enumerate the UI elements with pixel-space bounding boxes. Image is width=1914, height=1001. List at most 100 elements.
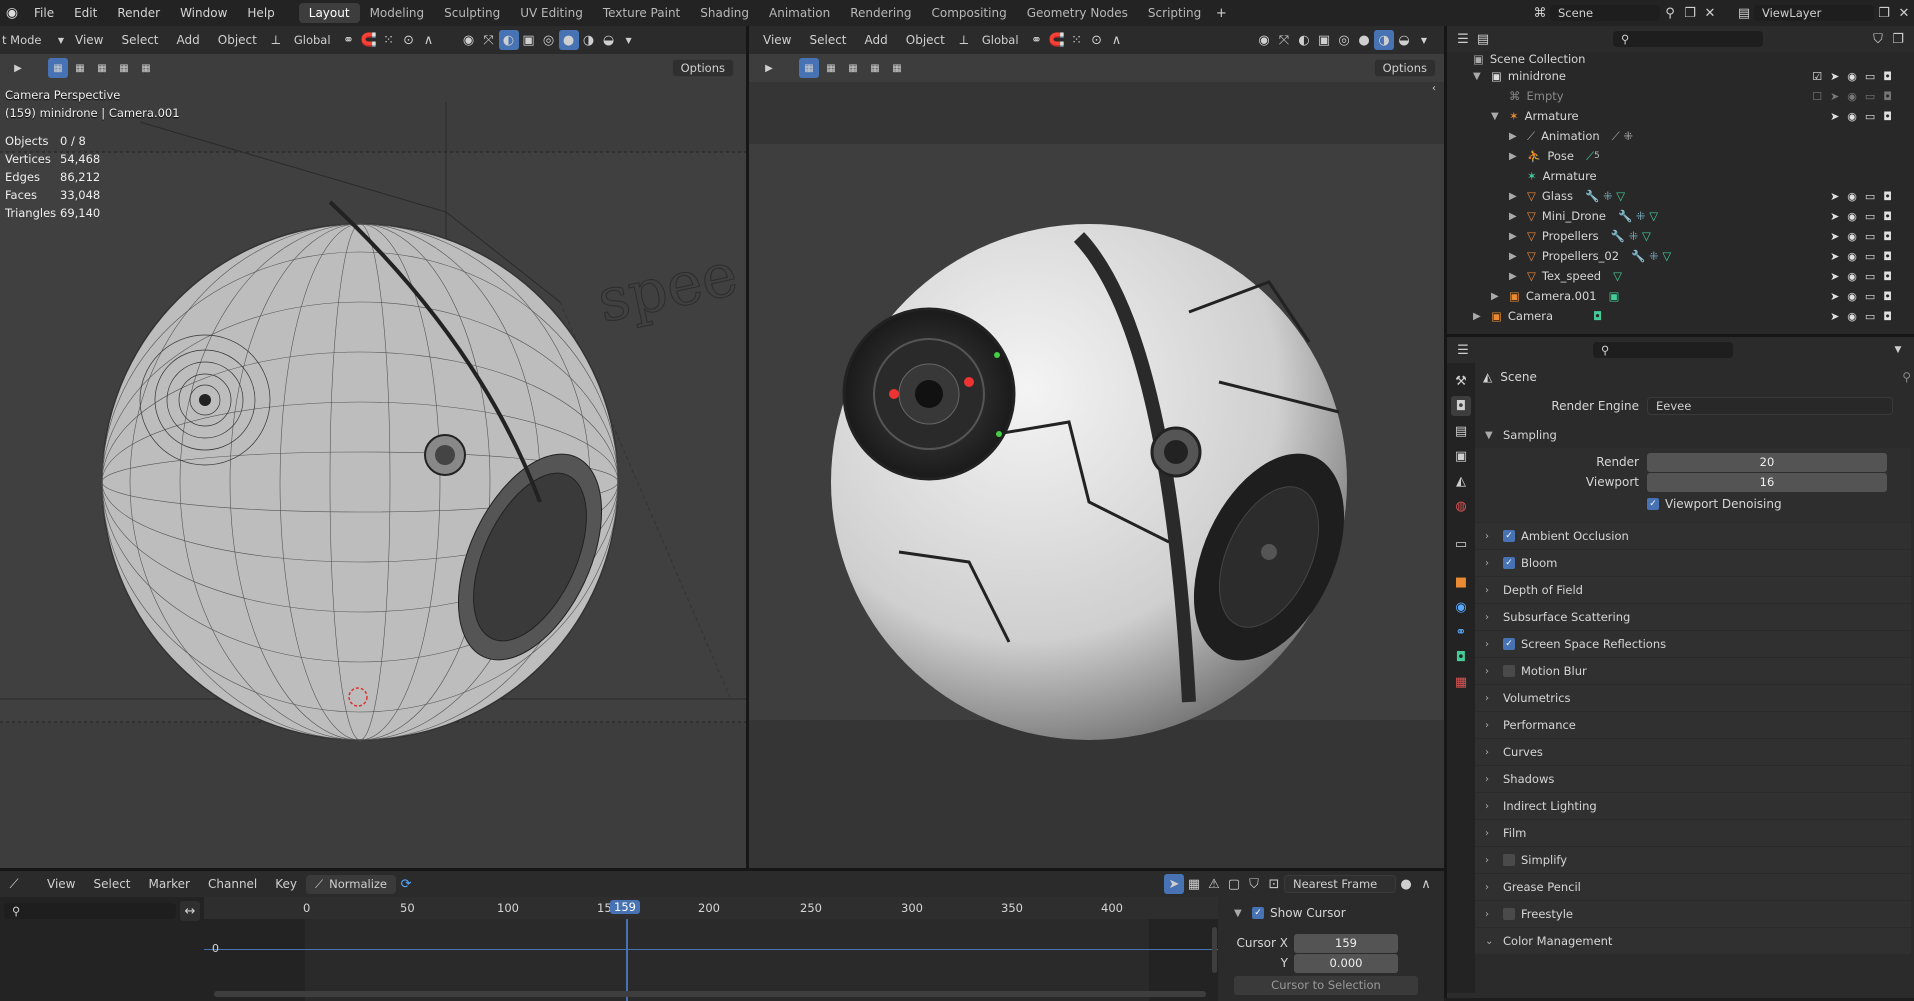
select-icon[interactable]: ➤	[1830, 310, 1839, 323]
expand-icon[interactable]: ▼	[1473, 71, 1485, 82]
options-dropdown[interactable]: Options	[671, 59, 734, 77]
delete-view-layer-icon[interactable]: ✕	[1894, 3, 1914, 23]
display-mode-icon[interactable]: ▤	[1473, 29, 1493, 49]
blender-logo-icon[interactable]: ◉	[0, 5, 24, 21]
sampling-panel-header[interactable]: ▼ Sampling	[1475, 421, 1911, 448]
output-tab-icon[interactable]: ▤	[1451, 421, 1471, 441]
panel-freestyle[interactable]: › Freestyle	[1475, 900, 1911, 927]
select-icon[interactable]: ➤	[1830, 230, 1839, 243]
monitor-icon[interactable]: ▭	[1865, 230, 1875, 243]
expand-icon[interactable]: ▶	[1509, 211, 1521, 222]
select-extend-icon[interactable]: ▦	[70, 58, 90, 78]
chevron-down-icon[interactable]: ▼	[1888, 340, 1908, 360]
tool-tab-icon[interactable]: ⚒	[1451, 371, 1471, 391]
menu-view[interactable]: View	[66, 33, 112, 47]
only-selected-icon[interactable]: ➤	[1164, 874, 1184, 894]
filter-icon[interactable]: ⛉	[1244, 874, 1264, 894]
eye-icon[interactable]: ◉	[1847, 310, 1857, 323]
monitor-icon[interactable]: ▭	[1865, 190, 1875, 203]
viewport-samples-field[interactable]: 16	[1647, 472, 1887, 492]
menu-key[interactable]: Key	[266, 877, 306, 891]
menu-object[interactable]: Object	[897, 33, 954, 47]
pivot-icon[interactable]: ⚭	[1027, 30, 1047, 50]
transform-orientation-dropdown[interactable]: Global	[286, 32, 339, 48]
menu-view[interactable]: View	[38, 877, 84, 891]
panel-checkbox[interactable]	[1503, 665, 1515, 677]
outliner-row-pose[interactable]: ▶ ⛹ Pose ⟋ 5	[1447, 146, 1914, 166]
select-intersect-icon[interactable]: ▦	[136, 58, 156, 78]
menu-select[interactable]: Select	[84, 877, 139, 891]
wireframe-shading-icon[interactable]: ◎	[1334, 30, 1354, 50]
panel-curves[interactable]: › Curves	[1475, 738, 1911, 765]
monitor-icon[interactable]: ▭	[1865, 310, 1875, 323]
solid-shading-icon[interactable]: ●	[558, 30, 579, 50]
right-3d-viewport[interactable]: ‹	[749, 82, 1444, 868]
workspace-tab-layout[interactable]: Layout	[298, 3, 360, 23]
snap-target-icon[interactable]: ⁙	[379, 30, 399, 50]
panel-volumetrics[interactable]: › Volumetrics	[1475, 684, 1911, 711]
falloff-icon[interactable]: ∧	[419, 30, 439, 50]
camera-icon[interactable]: ◘	[1883, 290, 1892, 303]
snap-icon[interactable]: 🧲	[1047, 30, 1067, 50]
shading-options-icon[interactable]: ▼	[619, 30, 639, 50]
outliner-row-empty[interactable]: ⌘ Empty ☐ ➤ ◉ ▭ ◘	[1447, 86, 1914, 106]
cursor-x-field[interactable]: 159	[1294, 933, 1398, 953]
select-icon[interactable]: ➤	[1830, 290, 1839, 303]
texture-tab-icon[interactable]: ▦	[1451, 672, 1471, 692]
select-icon[interactable]: ➤	[1830, 190, 1839, 203]
camera-icon[interactable]: ◘	[1883, 270, 1892, 283]
menu-add[interactable]: Add	[168, 33, 209, 47]
render-engine-dropdown[interactable]: Eevee	[1647, 397, 1893, 415]
camera-icon[interactable]: ◘	[1883, 250, 1892, 263]
workspace-tab-texture-paint[interactable]: Texture Paint	[593, 3, 690, 23]
shading-options-icon[interactable]: ▼	[1414, 30, 1434, 50]
outliner-row-propellers-02[interactable]: ▶ ▽ Propellers_02 🔧 ⁜ ▽ ➤ ◉ ▭ ◘	[1447, 246, 1914, 266]
monitor-icon[interactable]: ▭	[1865, 270, 1875, 283]
new-collection-icon[interactable]: ❐	[1888, 29, 1908, 49]
outliner-row-mini-drone[interactable]: ▶ ▽ Mini_Drone 🔧 ⁜ ▽ ➤ ◉ ▭ ◘	[1447, 206, 1914, 226]
select-icon[interactable]: ➤	[1830, 70, 1839, 83]
rendered-shading-icon[interactable]: ◒	[599, 30, 619, 50]
expand-icon[interactable]: ▶	[1509, 191, 1521, 202]
panel-subsurface-scattering[interactable]: › Subsurface Scattering	[1475, 603, 1911, 630]
scene-icon[interactable]: ⌘	[1530, 3, 1550, 23]
outliner-row-tex-speed[interactable]: ▶ ▽ Tex_speed ▽ ➤ ◉ ▭ ◘	[1447, 266, 1914, 286]
current-frame-indicator[interactable]: 159	[610, 900, 640, 914]
collapse-arrow-icon[interactable]: ‹	[1424, 82, 1444, 98]
camera-icon[interactable]: ◘	[1883, 190, 1892, 203]
panel-screen-space-reflections[interactable]: › ✓ Screen Space Reflections	[1475, 630, 1911, 657]
xray-icon[interactable]: ▣	[1314, 30, 1334, 50]
outliner-row-scene-collection[interactable]: ▣ Scene Collection	[1447, 52, 1914, 66]
filter-icon[interactable]: ⛉	[1868, 29, 1888, 49]
horizontal-scrollbar[interactable]	[214, 991, 1206, 997]
properties-search[interactable]: ⚲	[1593, 342, 1733, 358]
checkbox-icon[interactable]: ☑	[1812, 70, 1822, 83]
expand-icon[interactable]: ▶	[1509, 271, 1521, 282]
monitor-icon[interactable]: ▭	[1865, 70, 1875, 83]
menu-file[interactable]: File	[24, 0, 64, 26]
select-icon[interactable]: ➤	[1830, 210, 1839, 223]
camera-icon[interactable]: ◘	[1883, 110, 1892, 123]
snap-icon[interactable]: 🧲	[359, 30, 379, 50]
left-3d-viewport[interactable]: spee Camera Perspective (159) minidrone …	[0, 82, 746, 868]
menu-channel[interactable]: Channel	[199, 877, 266, 891]
gizmo-icon[interactable]: ⤧	[479, 30, 499, 50]
panel-film[interactable]: › Film	[1475, 819, 1911, 846]
eye-icon[interactable]: ◉	[1847, 270, 1857, 283]
playhead-line[interactable]	[626, 919, 628, 1001]
workspace-tab-sculpting[interactable]: Sculpting	[434, 3, 510, 23]
view-layer-selector[interactable]: ViewLayer	[1754, 5, 1874, 21]
workspace-tab-compositing[interactable]: Compositing	[921, 3, 1016, 23]
visibility-icon[interactable]: ◉	[1254, 30, 1274, 50]
view-layer-tab-icon[interactable]: ▣	[1451, 446, 1471, 466]
new-scene-icon[interactable]: ❐	[1680, 3, 1700, 23]
outliner-search[interactable]: ⚲	[1613, 31, 1763, 47]
outliner-row-minidrone[interactable]: ▼ ▣ minidrone ☑ ➤ ◉ ▭ ◘	[1447, 66, 1914, 86]
eye-icon[interactable]: ◉	[1847, 250, 1857, 263]
select-new-icon[interactable]: ▦	[799, 58, 819, 78]
cursor-to-selection-button[interactable]: Cursor to Selection	[1234, 975, 1418, 995]
select-subtract-icon[interactable]: ▦	[843, 58, 863, 78]
expand-icon[interactable]: ▶	[1509, 151, 1521, 162]
panel-checkbox[interactable]	[1503, 908, 1515, 920]
swap-icon[interactable]: ↔	[180, 901, 200, 921]
